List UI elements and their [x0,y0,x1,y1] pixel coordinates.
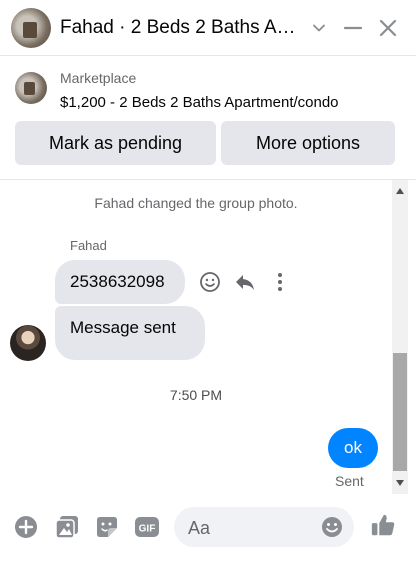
close-icon[interactable] [376,16,400,40]
image-icon[interactable] [54,514,80,540]
react-emoji-icon[interactable] [198,270,222,294]
message-text: 2538632098 [70,272,165,291]
sticker-icon[interactable] [94,514,120,540]
delivery-status: Sent [335,473,364,489]
conversation-avatar[interactable] [11,8,51,48]
system-message: Fahad changed the group photo. [94,195,298,211]
plus-icon[interactable] [13,514,39,540]
mark-as-pending-button[interactable]: Mark as pending [15,121,216,165]
message-input[interactable] [186,507,320,549]
more-options-button[interactable]: More options [221,121,395,165]
conversation-title[interactable]: Fahad · 2 Beds 2 Baths Ap... [60,17,300,39]
message-thread: Fahad changed the group photo. Fahad 253… [0,180,392,494]
outgoing-message-bubble[interactable]: ok [328,428,378,468]
message-text: ok [344,438,362,457]
listing-thumbnail[interactable] [15,72,47,104]
svg-text:GIF: GIF [139,524,156,535]
thumbs-up-icon[interactable] [370,512,396,538]
sender-avatar[interactable] [10,325,46,361]
chevron-down-icon[interactable] [307,16,331,40]
composer-bar: GIF [0,494,416,566]
marketplace-card: Marketplace $1,200 - 2 Beds 2 Baths Apar… [0,56,416,180]
message-text: Message sent [70,318,176,337]
marketplace-label: Marketplace [60,70,137,86]
scrollbar[interactable] [392,180,408,494]
scroll-up-arrow[interactable] [396,188,404,194]
scroll-down-arrow[interactable] [396,480,404,486]
sender-name: Fahad [70,238,107,253]
more-actions-icon[interactable] [268,270,292,294]
scrollbar-thumb[interactable] [393,353,407,471]
emoji-icon[interactable] [321,516,343,538]
minimize-icon[interactable] [341,16,365,40]
timestamp: 7:50 PM [169,387,223,403]
message-input-container [174,507,354,549]
gif-icon[interactable]: GIF [134,514,160,540]
chat-header: Fahad · 2 Beds 2 Baths Ap... [0,0,416,56]
listing-title[interactable]: $1,200 - 2 Beds 2 Baths Apartment/condo [60,94,339,111]
message-bubble[interactable]: Message sent [55,306,205,360]
reply-icon[interactable] [233,270,257,294]
message-bubble[interactable]: 2538632098 [55,260,185,304]
